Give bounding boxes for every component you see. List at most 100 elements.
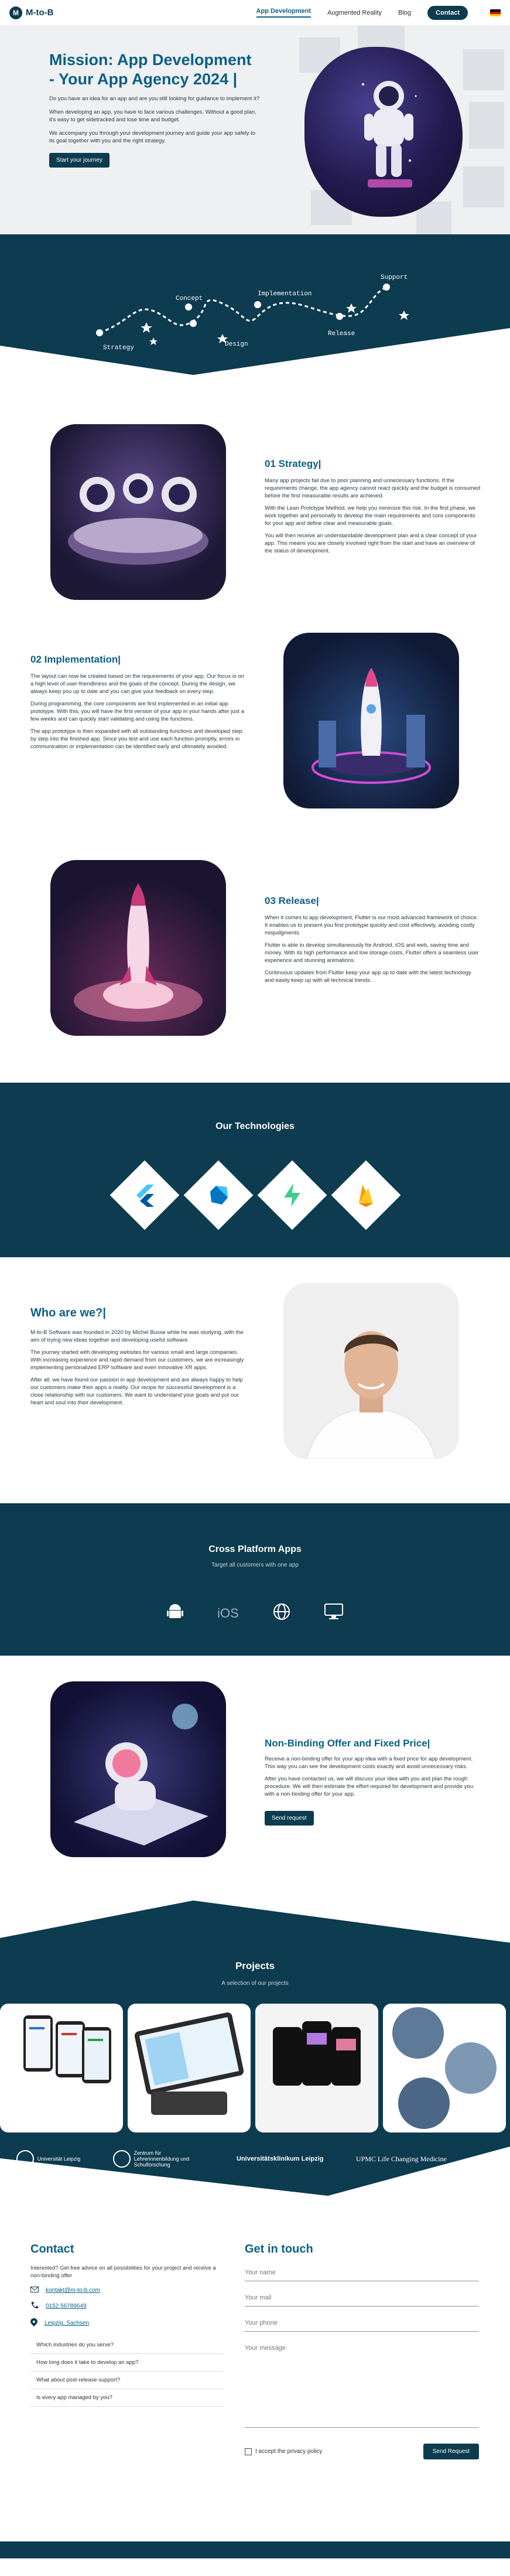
- strategy-section: 01 Strategy| Many app projects fail due …: [0, 407, 510, 629]
- projects-title: Projects: [235, 1960, 275, 1971]
- faq-item[interactable]: Is every app managed by you?: [30, 2389, 224, 2407]
- project-carousel: [0, 2004, 510, 2133]
- implementation-paragraph: During programming, the core components …: [30, 701, 244, 722]
- mail-icon: [30, 2287, 39, 2294]
- cross-platform-subtitle: Target all customers with one app: [211, 1562, 299, 1568]
- web-globe-icon: [273, 1603, 290, 1623]
- contact-form-title: Get in touch: [245, 2243, 313, 2256]
- contact-form: Get in touch I accept the privacy policy…: [245, 2243, 479, 2459]
- implementation-title: 02 Implementation|: [30, 654, 121, 665]
- email-row[interactable]: kontakt@m-to-b.com: [30, 2287, 224, 2294]
- offer-paragraph: After you have contacted us, we will dis…: [265, 1776, 474, 1797]
- process-band: Strategy Concept Design Implementation R…: [0, 234, 510, 389]
- cross-platform-title: Cross Platform Apps: [208, 1544, 302, 1554]
- implementation-text: 02 Implementation| The layout can now be…: [30, 654, 247, 755]
- message-input[interactable]: [245, 2340, 479, 2428]
- firebase-logo-icon: [331, 1160, 401, 1230]
- checkbox-icon[interactable]: [245, 2448, 252, 2455]
- who-title: Who are we?|: [30, 1306, 106, 1319]
- top-navigation: M M-to-B App Development Augmented Reali…: [0, 0, 510, 26]
- project-card[interactable]: [128, 2004, 251, 2133]
- location-row[interactable]: Leipzig, Sachsen: [30, 2318, 224, 2328]
- privacy-checkbox[interactable]: I accept the privacy policy: [245, 2448, 323, 2455]
- release-text: 03 Release| When it comes to app develop…: [265, 895, 481, 989]
- who-are-we-section: Who are we?| M-to-B Software was founded…: [0, 1257, 510, 1503]
- name-input[interactable]: [245, 2264, 479, 2281]
- nav-link-augmented-reality[interactable]: Augmented Reality: [327, 9, 382, 16]
- start-journey-button[interactable]: Start your journey: [49, 153, 109, 168]
- process-step-strategy: Strategy: [103, 344, 134, 352]
- partner-logo: Universität Leipzig: [16, 2150, 80, 2168]
- location-pin-icon: [30, 2318, 37, 2328]
- university-seal-icon: [16, 2150, 34, 2168]
- projects-section: Projects A selection of our projects Uni…: [0, 1889, 510, 2196]
- phone-link[interactable]: 0152 56789649: [46, 2303, 87, 2309]
- strategy-paragraph: With the Lean Prototype Method, we help …: [265, 505, 476, 527]
- strategy-paragraph: Many app projects fail due to poor plann…: [265, 477, 481, 499]
- strategy-paragraph: You will then receive an understandable …: [265, 533, 477, 554]
- partner-logos: Universität Leipzig Zentrum für Lehrerin…: [0, 2150, 510, 2168]
- phone-input[interactable]: [245, 2315, 479, 2332]
- logo[interactable]: M M-to-B: [9, 6, 53, 19]
- faq-item[interactable]: Which industries do you serve?: [30, 2336, 224, 2354]
- partner-logo: UPMC Life Changing Medicine: [355, 2154, 447, 2163]
- technologies-title: Our Technologies: [215, 1121, 295, 1131]
- release-paragraph: When it comes to app development, Flutte…: [265, 915, 478, 936]
- footer-bar: [0, 2541, 510, 2558]
- founder-photo: [283, 1283, 459, 1459]
- contact-intro: Interested? Get free advice on all possi…: [30, 2265, 216, 2279]
- email-input[interactable]: [245, 2290, 479, 2307]
- strategy-text: 01 Strategy| Many app projects fail due …: [265, 458, 481, 559]
- implementation-illustration: [283, 633, 459, 808]
- astronaut-illustration: [362, 81, 417, 187]
- zls-seal-icon: [112, 2150, 131, 2168]
- send-request-button[interactable]: Send request: [265, 1811, 314, 1826]
- phone-row[interactable]: 0152 56789649: [30, 2301, 224, 2311]
- platform-list: iOS: [0, 1603, 510, 1623]
- implementation-section: 02 Implementation| The layout can now be…: [0, 629, 510, 854]
- faq-item[interactable]: How long does it take to develop an app?: [30, 2354, 224, 2372]
- ios-icon: iOS: [217, 1605, 239, 1620]
- project-card[interactable]: [255, 2004, 378, 2133]
- release-paragraph: Flutter is able to develop simultaneousl…: [265, 942, 479, 964]
- project-card[interactable]: [383, 2004, 506, 2133]
- faq-list: Which industries do you serve? How long …: [30, 2336, 224, 2407]
- strategy-illustration: [50, 424, 226, 600]
- hero-content: Mission: App Development - Your App Agen…: [49, 50, 260, 168]
- technologies-section: Our Technologies: [0, 1083, 510, 1257]
- who-paragraph: The journey started with developing webs…: [30, 1349, 244, 1371]
- offer-title: Non-Binding Offer and Fixed Price|: [265, 1738, 430, 1749]
- hero-section: Mission: App Development - Your App Agen…: [0, 26, 510, 234]
- projects-subtitle: A selection of our projects: [221, 1980, 289, 1987]
- german-flag-icon[interactable]: [490, 9, 501, 16]
- cross-platform-section: Cross Platform Apps Target all customers…: [0, 1503, 510, 1656]
- nav-links: App Development Augmented Reality Blog C…: [256, 5, 501, 20]
- hero-paragraph: Do you have an idea for an app and are y…: [49, 95, 260, 102]
- partner-logo: Universitätsklinikum Leipzig: [236, 2155, 324, 2162]
- form-footer: I accept the privacy policy Send Request: [245, 2444, 479, 2459]
- hero-paragraph: When developing an app, you have to face…: [49, 109, 256, 123]
- contact-title: Contact: [30, 2243, 74, 2256]
- email-link[interactable]: kontakt@m-to-b.com: [46, 2287, 100, 2294]
- nav-link-blog[interactable]: Blog: [398, 9, 411, 16]
- process-step-design: Design: [225, 341, 248, 348]
- offer-paragraph: Receive a non-binding offer for your app…: [265, 1756, 473, 1770]
- who-paragraph: After all, we have found our passion in …: [30, 1377, 243, 1406]
- send-request-submit-button[interactable]: Send Request: [423, 2444, 479, 2459]
- contact-info: Contact Interested? Get free advice on a…: [30, 2243, 224, 2407]
- contact-button[interactable]: Contact: [427, 5, 468, 20]
- logo-mark: M: [9, 6, 22, 19]
- phone-icon: [30, 2301, 39, 2311]
- project-card[interactable]: [0, 2004, 123, 2133]
- partner-logo: Zentrum für Lehrerinnenbildung und Schul…: [112, 2150, 204, 2168]
- who-text: M-to-B Software was founded in 2020 by M…: [30, 1329, 247, 1411]
- hero-paragraph: We accompany you through your developmen…: [49, 130, 256, 144]
- process-roadmap: Strategy Concept Design Implementation R…: [0, 274, 510, 389]
- location-link[interactable]: Leipzig, Sachsen: [45, 2320, 89, 2326]
- release-paragraph: Continuous updates from Flutter keep you…: [265, 970, 471, 984]
- logo-text: M-to-B: [26, 8, 54, 18]
- nav-link-app-development[interactable]: App Development: [256, 8, 312, 18]
- offer-text: Non-Binding Offer and Fixed Price| Recei…: [265, 1738, 475, 1826]
- faq-item[interactable]: What about post-release support?: [30, 2372, 224, 2389]
- release-section: 03 Release| When it comes to app develop…: [0, 854, 510, 1083]
